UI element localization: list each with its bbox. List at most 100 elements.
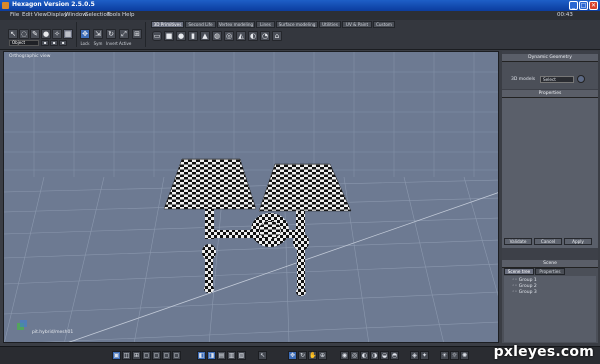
lasso-icon[interactable]: ◌ (19, 29, 29, 39)
light-c-icon[interactable]: ✺ (460, 351, 469, 360)
tab-custom[interactable]: Custom (373, 21, 395, 28)
close-button[interactable]: ✕ (589, 1, 598, 10)
camera-e-icon[interactable]: ◒ (380, 351, 389, 360)
scene-tree-item[interactable]: ◦◦ Group 3 (512, 290, 537, 295)
light-b-icon[interactable]: ☼ (450, 351, 459, 360)
cone-icon[interactable]: ▲ (200, 31, 210, 41)
camera-d-icon[interactable]: ◑ (370, 351, 379, 360)
pan-icon[interactable]: ✋ (308, 351, 317, 360)
view-b-icon[interactable]: ▢ (152, 351, 161, 360)
disk-icon[interactable]: ◐ (248, 31, 258, 41)
view-d-icon[interactable]: ▢ (172, 351, 181, 360)
rotate-icon[interactable]: ↻ (106, 29, 116, 39)
scene-tree-item[interactable]: ◦◦ Group 1 (512, 278, 537, 283)
arrow-select-icon[interactable]: ↖ (8, 29, 18, 39)
menu-view[interactable]: View (34, 12, 47, 18)
display-a-icon[interactable]: ◧ (197, 351, 206, 360)
geometry-dropdown[interactable]: Select (540, 76, 574, 83)
menu-bar: File Edit View Display Window Selection … (0, 11, 600, 20)
validate-button[interactable]: Validate (504, 238, 532, 245)
display-c-icon[interactable]: ▤ (217, 351, 226, 360)
cancel-button[interactable]: Cancel (534, 238, 562, 245)
orbit-icon[interactable]: ↻ (298, 351, 307, 360)
navigate-icon[interactable]: ✥ (288, 351, 297, 360)
speaker-icon[interactable] (577, 75, 585, 83)
viewport-coordinates: pit.hybrid/mesh01 (32, 330, 74, 335)
scale-icon[interactable]: ⤢ (119, 29, 129, 39)
tube-icon[interactable]: ◍ (212, 31, 222, 41)
sphere-select-icon[interactable]: ● (41, 29, 51, 39)
single-view-icon[interactable]: ▣ (112, 351, 121, 360)
render-a-icon[interactable]: ◈ (410, 351, 419, 360)
minimize-button[interactable]: _ (569, 1, 578, 10)
lock-label[interactable]: Lock (80, 41, 90, 46)
active-label[interactable]: Active (119, 41, 131, 46)
invert-label[interactable]: Invert (106, 41, 118, 46)
split-view-icon[interactable]: ◫ (122, 351, 131, 360)
scene-tree-item[interactable]: ◦◦ Group 2 (512, 284, 537, 289)
tab-second-life[interactable]: Second Life (185, 21, 216, 28)
toolbar-divider (76, 22, 77, 47)
menu-window[interactable]: Window (65, 12, 87, 18)
render-b-icon[interactable]: ✦ (420, 351, 429, 360)
menu-help[interactable]: Help (122, 12, 135, 18)
cylinder-icon[interactable]: ▮ (188, 31, 198, 41)
watermark: pxleyes.com (493, 344, 594, 360)
menu-edit[interactable]: Edit (22, 12, 33, 18)
mode-b-button[interactable]: ▪ (50, 40, 58, 46)
scene-item-label: Group 3 (518, 290, 537, 295)
scene-body: Scene tree Properties ◦◦ Group 1 ◦◦ Grou… (502, 268, 598, 343)
terrain-icon[interactable]: ⌂ (272, 31, 282, 41)
sym-label[interactable]: Sym (93, 41, 103, 46)
tab-scene-tree[interactable]: Scene tree (504, 268, 534, 275)
view-c-icon[interactable]: ▢ (162, 351, 171, 360)
quad-view-icon[interactable]: ⊞ (132, 351, 141, 360)
tab-uv-paint[interactable]: UV & Paint (342, 21, 372, 28)
mode-a-button[interactable]: ▪ (41, 40, 49, 46)
plane-icon[interactable]: ▭ (152, 31, 162, 41)
3d-viewport[interactable]: Orthographic view pit.hybrid/mesh01 (3, 51, 499, 343)
spiral-icon[interactable]: ◔ (260, 31, 270, 41)
pyramid-icon[interactable]: ◭ (236, 31, 246, 41)
dynamic-geometry-header[interactable]: Dynamic Geometry (502, 54, 598, 62)
sphere-icon[interactable]: ● (176, 31, 186, 41)
tab-scene-properties[interactable]: Properties (535, 268, 565, 275)
universal-manipulator-icon[interactable]: ✥ (80, 29, 90, 39)
magic-select-icon[interactable]: ✧ (52, 29, 62, 39)
display-e-icon[interactable]: ▧ (237, 351, 246, 360)
cursor-icon[interactable]: ↖ (258, 351, 267, 360)
mode-select-dropdown[interactable]: Object (9, 40, 39, 46)
camera-b-icon[interactable]: ◎ (350, 351, 359, 360)
properties-header[interactable]: Properties (502, 90, 598, 98)
scene-header[interactable]: Scene (502, 260, 598, 268)
apply-button[interactable]: Apply (564, 238, 592, 245)
display-b-icon[interactable]: ◨ (207, 351, 216, 360)
tab-utilities[interactable]: Utilities (319, 21, 341, 28)
camera-f-icon[interactable]: ◓ (390, 351, 399, 360)
clock: 00:43 (557, 12, 573, 18)
mode-label: 3D models (511, 77, 536, 82)
maximize-button[interactable]: □ (579, 1, 588, 10)
tab-3d-primitives[interactable]: 3D Primitives (151, 21, 184, 28)
mode-c-button[interactable]: ▪ (59, 40, 67, 46)
menu-file[interactable]: File (10, 12, 19, 18)
camera-a-icon[interactable]: ◉ (340, 351, 349, 360)
move-icon[interactable]: ⇲ (93, 29, 103, 39)
main-toolbar: ↖ ◌ ✎ ● ✧ ▦ Object ▪ ▪ ▪ ✥ ⇲ ↻ ⤢ ⊞ Lock … (0, 20, 600, 50)
menu-tools[interactable]: Tools (107, 12, 121, 18)
viewport-scene (4, 52, 498, 342)
tab-surface-modeling[interactable]: Surface modeling (276, 21, 318, 28)
tab-lines[interactable]: Lines (256, 21, 275, 28)
camera-c-icon[interactable]: ◐ (360, 351, 369, 360)
zoom-icon[interactable]: ⊕ (318, 351, 327, 360)
cube-icon[interactable]: ■ (164, 31, 174, 41)
paint-select-icon[interactable]: ✎ (30, 29, 40, 39)
grid-select-icon[interactable]: ▦ (63, 29, 73, 39)
view-a-icon[interactable]: ▢ (142, 351, 151, 360)
align-icon[interactable]: ⊞ (132, 29, 142, 39)
display-d-icon[interactable]: ▥ (227, 351, 236, 360)
light-a-icon[interactable]: ☀ (440, 351, 449, 360)
torus-icon[interactable]: ◎ (224, 31, 234, 41)
title-bar: Hexagon Version 2.5.0.5 _ □ ✕ (0, 0, 600, 11)
tab-vertex-modeling[interactable]: Vertex modeling (217, 21, 255, 28)
